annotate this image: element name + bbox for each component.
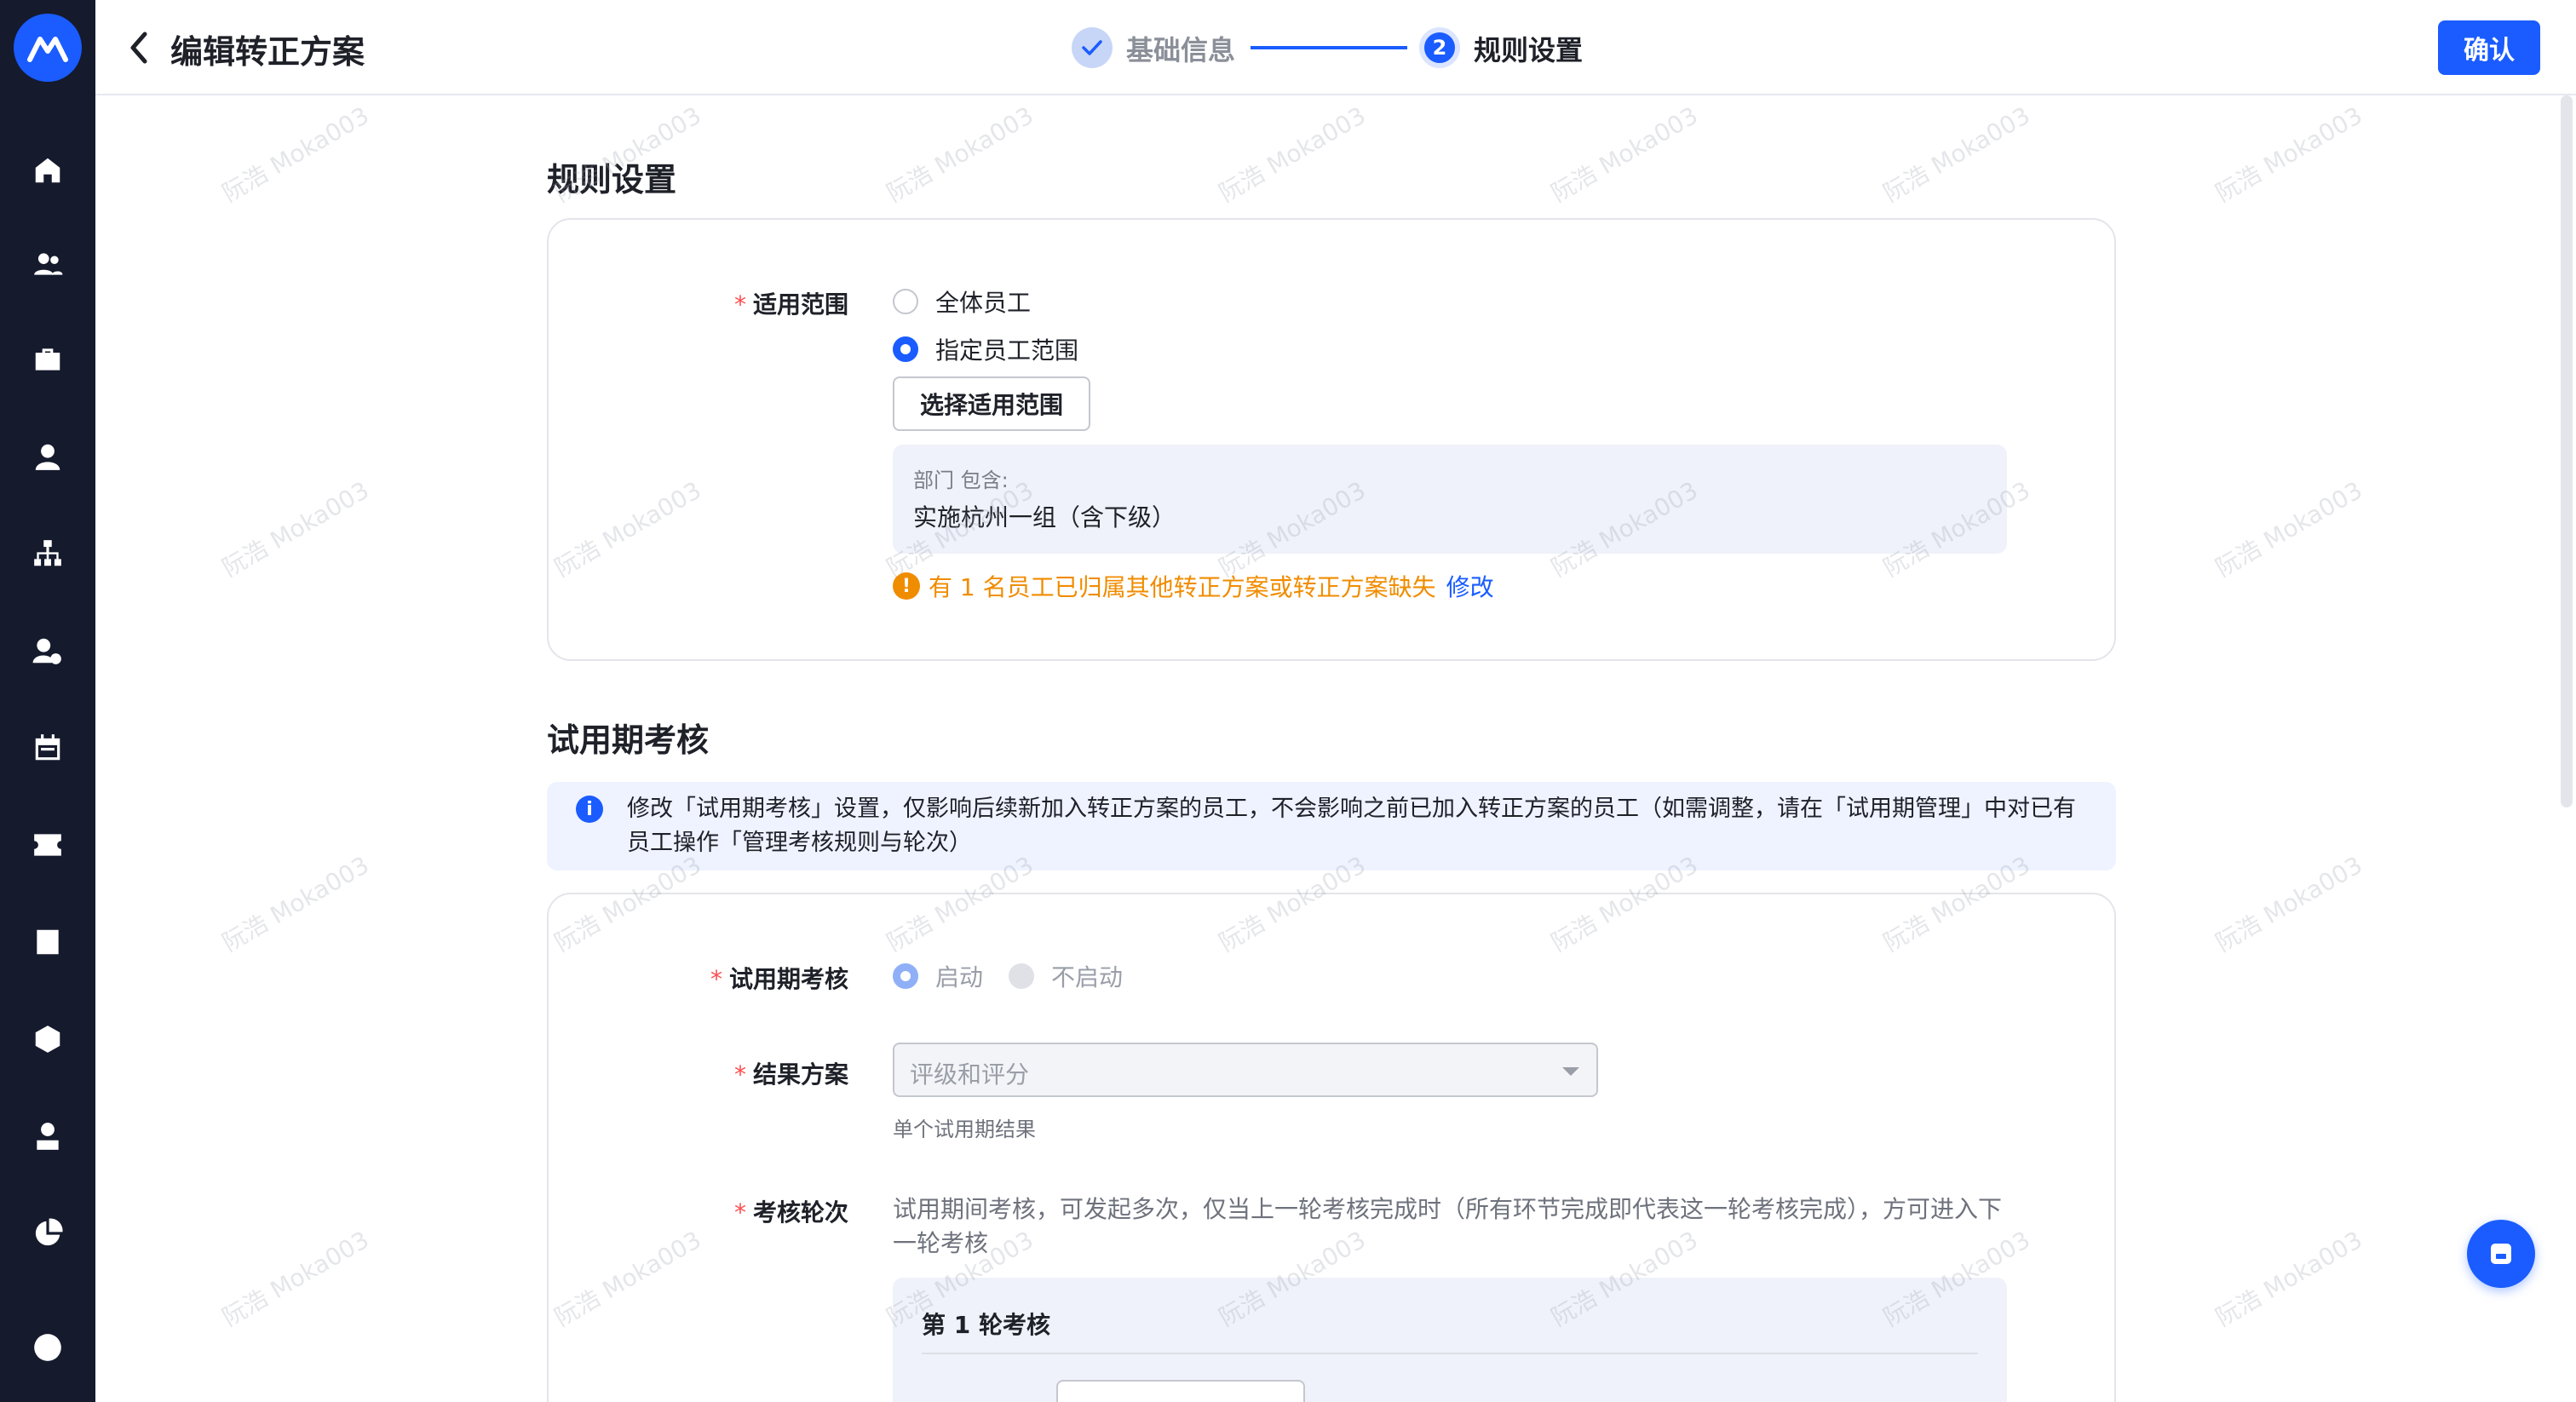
warning-icon: !: [893, 572, 920, 600]
result-hint: 单个试用期结果: [893, 1118, 1036, 1141]
scope-label-text: 适用范围: [753, 290, 849, 319]
watermark: 阮浩 Moka003: [1878, 101, 2035, 208]
step-connector: [1251, 46, 1407, 49]
person-icon[interactable]: [31, 440, 65, 474]
cube-icon[interactable]: [31, 1022, 65, 1056]
review-field-label: * 试用期考核: [710, 961, 848, 995]
help-chat-button[interactable]: [2467, 1220, 2535, 1288]
step-1-check-icon: [1072, 27, 1113, 68]
briefcase-icon[interactable]: [31, 342, 65, 376]
review-label-text: 试用期考核: [729, 965, 849, 993]
result-label-text: 结果方案: [753, 1060, 849, 1089]
rounds-field-label: * 考核轮次: [734, 1194, 848, 1228]
confirm-button[interactable]: 确认: [2438, 20, 2540, 75]
required-asterisk: *: [734, 1060, 746, 1089]
step-1-label[interactable]: 基础信息: [1126, 29, 1235, 68]
people-icon[interactable]: [31, 247, 65, 281]
home-icon[interactable]: [31, 153, 65, 187]
watermark: 阮浩 Moka003: [2211, 1225, 2367, 1332]
radio-checked-disabled-icon: [893, 963, 918, 989]
watermark: 阮浩 Moka003: [217, 1225, 374, 1332]
step-2-number: 2: [1419, 27, 1460, 68]
chat-icon: [2491, 1244, 2511, 1264]
required-asterisk: *: [710, 965, 722, 993]
pie-chart-icon[interactable]: [31, 1216, 65, 1250]
probation-section-title: 试用期考核: [547, 721, 710, 759]
watermark: 阮浩 Moka003: [1214, 101, 1371, 208]
vertical-scrollbar[interactable]: [2561, 95, 2573, 807]
info-text: 修改「试用期考核」设置，仅影响后续新加入转正方案的员工，不会影响之前已加入转正方…: [627, 796, 2076, 856]
radio-unchecked-icon: [893, 289, 918, 314]
review-radio-start[interactable]: 启动: [893, 959, 983, 993]
round-1-title: 第 1 轮考核: [922, 1311, 1050, 1339]
result-scheme-value: 评级和评分: [910, 1060, 1030, 1089]
round-1-box: 第 1 轮考核: [893, 1278, 2007, 1402]
required-asterisk: *: [734, 1198, 746, 1227]
result-scheme-select[interactable]: 评级和评分: [893, 1043, 1598, 1097]
org-chart-icon[interactable]: [31, 537, 65, 571]
radio-checked-icon: [893, 336, 918, 362]
info-banner: i 修改「试用期考核」设置，仅影响后续新加入转正方案的员工，不会影响之前已加入转…: [547, 782, 2116, 871]
watermark: 阮浩 Moka003: [2211, 475, 2367, 583]
department-label: 部门 包含:: [913, 468, 1009, 492]
user-stamp-icon[interactable]: [31, 1119, 65, 1153]
page-title: 编辑转正方案: [170, 33, 365, 71]
review-option-nostart-label: 不启动: [1051, 963, 1124, 991]
result-field-label: * 结果方案: [734, 1056, 848, 1090]
scope-option-specified-label: 指定员工范围: [935, 336, 1079, 365]
info-icon: i: [576, 796, 603, 823]
back-arrow-icon[interactable]: [126, 29, 150, 66]
review-option-start-label: 启动: [935, 963, 984, 991]
watermark: 阮浩 Moka003: [2211, 101, 2367, 208]
watermark: 阮浩 Moka003: [217, 101, 374, 208]
yen-ticket-icon[interactable]: [31, 828, 65, 862]
scope-radio-all[interactable]: 全体员工: [893, 284, 1031, 319]
person-settings-icon[interactable]: [31, 634, 65, 668]
scope-radio-specified[interactable]: 指定员工范围: [893, 332, 1078, 366]
required-asterisk: *: [734, 290, 746, 319]
report-icon[interactable]: [31, 925, 65, 959]
round-name-input[interactable]: [1056, 1380, 1305, 1402]
select-scope-button[interactable]: 选择适用范围: [893, 376, 1090, 431]
moka-logo[interactable]: [14, 14, 82, 82]
department-value: 实施杭州一组（含下级）: [913, 503, 1176, 531]
rounds-description: 试用期间考核，可发起多次，仅当上一轮考核完成时（所有环节完成即代表这一轮考核完成…: [893, 1195, 2003, 1257]
radio-disabled-icon: [1009, 963, 1034, 989]
scope-warning: ! 有 1 名员工已归属其他转正方案或转正方案缺失 修改: [893, 569, 1494, 603]
divider: [922, 1353, 1978, 1354]
rounds-label-text: 考核轮次: [753, 1198, 849, 1227]
calendar-icon[interactable]: [31, 731, 65, 765]
watermark: 阮浩 Moka003: [2211, 850, 2367, 957]
warning-text: 有 1 名员工已归属其他转正方案或转正方案缺失: [929, 573, 1436, 601]
watermark: 阮浩 Moka003: [882, 101, 1038, 208]
review-radio-nostart[interactable]: 不启动: [1009, 959, 1123, 993]
dropdown-arrow-icon: [1562, 1067, 1579, 1076]
modify-link[interactable]: 修改: [1446, 569, 1494, 603]
step-2-label[interactable]: 规则设置: [1474, 29, 1583, 68]
rules-section-title: 规则设置: [547, 161, 677, 198]
watermark: 阮浩 Moka003: [217, 475, 374, 583]
watermark: 阮浩 Moka003: [1546, 101, 1703, 208]
department-scope-box: 部门 包含: 实施杭州一组（含下级）: [893, 445, 2007, 554]
watermark: 阮浩 Moka003: [217, 850, 374, 957]
scope-option-all-label: 全体员工: [935, 289, 1032, 317]
sidebar: [0, 0, 95, 1402]
scope-field-label: * 适用范围: [734, 286, 848, 320]
record-icon[interactable]: [31, 1330, 65, 1365]
